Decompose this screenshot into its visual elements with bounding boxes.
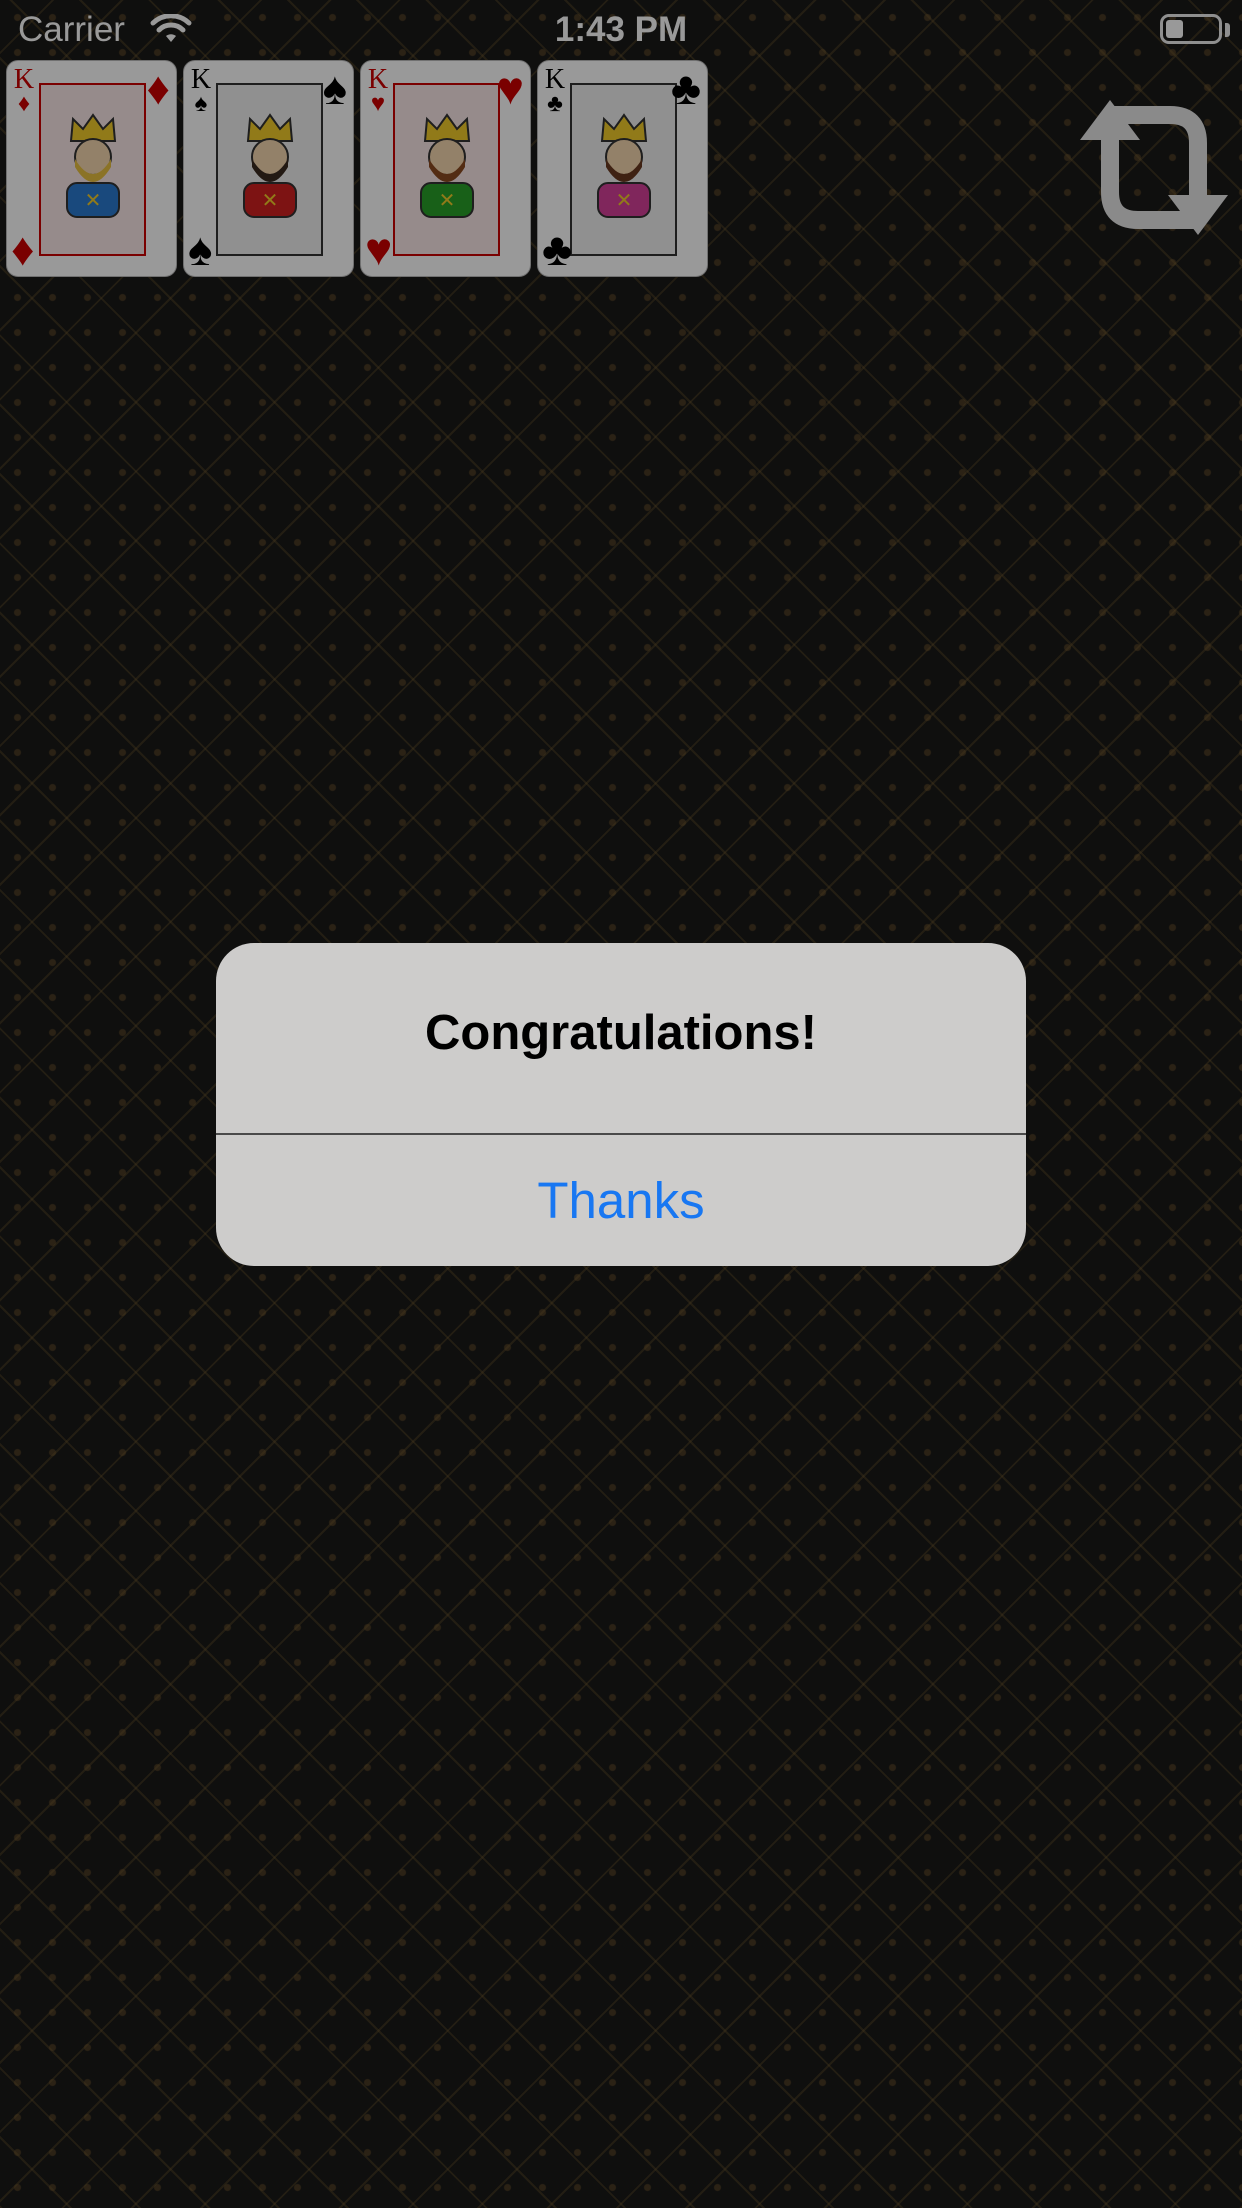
thanks-button[interactable]: Thanks [216,1135,1026,1266]
alert-title: Congratulations! [425,1006,817,1060]
congratulations-alert: Congratulations! Thanks [216,943,1026,1266]
